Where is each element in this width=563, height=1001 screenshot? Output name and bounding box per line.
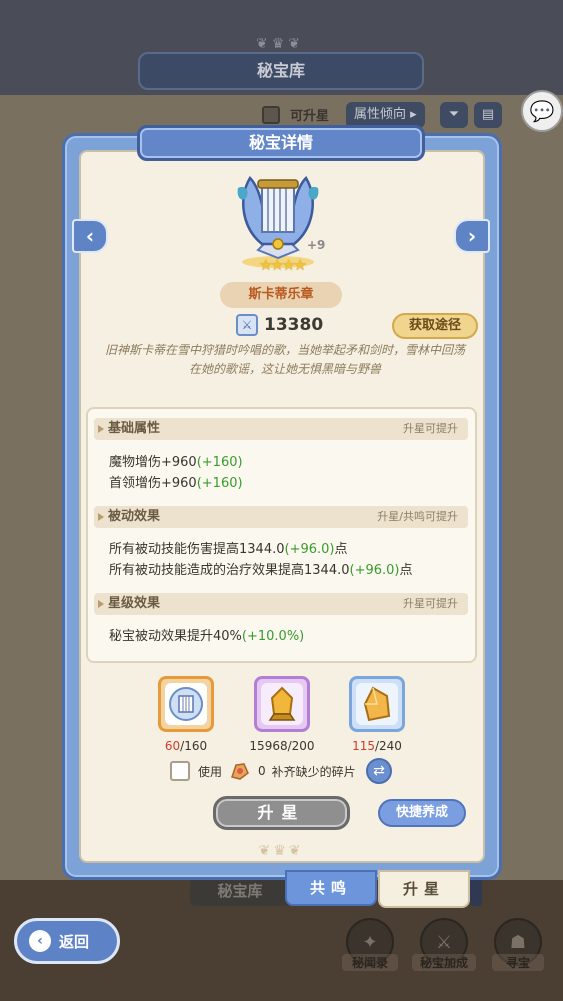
amber-crystal-icon (356, 683, 398, 725)
section-title: 基础属性 (97, 418, 160, 440)
material-have: 15968 (249, 739, 288, 753)
nav-label: 秘宝加成 (412, 954, 476, 971)
stat-bonus: (+96.0) (284, 542, 335, 557)
stat-line: 首领增伤+960(+160) (109, 472, 243, 491)
passive-effects-header: 被动效果 升星/共鸣可提升 (94, 506, 468, 528)
stat-text: 所有被动技能造成的治疗效果提高1344.0 (109, 563, 350, 578)
nav-label: 秘闻录 (342, 954, 398, 971)
library-tab[interactable]: 秘宝库 (190, 876, 290, 906)
sort-icon[interactable]: ▤ (474, 102, 502, 128)
stat-line: 所有被动技能伤害提高1344.0(+96.0)点 (109, 538, 348, 557)
artifact-name: 斯卡蒂乐章 (220, 282, 342, 308)
lyre-material-icon (165, 683, 207, 725)
stat-text: 首领增伤+960 (109, 476, 197, 491)
material-slot-amber-shard[interactable] (349, 676, 405, 732)
artifact-description: 旧神斯卡蒂在雪中狩猎时吟唱的歌，当她举起矛和剑时，雪林中回荡在她的歌谣，这让她无… (104, 343, 465, 376)
stat-line: 魔物增伤+960(+160) (109, 451, 243, 470)
material-count: 115/240 (332, 739, 422, 753)
obtain-source-button[interactable]: 获取途径 (392, 313, 478, 339)
nav-label: 寻宝 (492, 954, 544, 971)
stat-text: 秘宝被动效果提升40% (109, 629, 242, 644)
artifact-star-rating: ★★★★ (259, 256, 307, 274)
artifact-power: 13380 (264, 315, 324, 335)
section-note: 升星/共鸣可提升 (377, 510, 458, 523)
stat-bonus: (+10.0%) (241, 629, 305, 644)
shield-sword-icon: ⚔ (236, 314, 258, 336)
nav-item-artifact-bonus[interactable]: ⚔ 秘宝加成 (412, 918, 476, 971)
nav-item-secret-records[interactable]: ✦ 秘闻录 (342, 918, 398, 971)
swap-arrows-icon[interactable]: ⇄ (366, 758, 392, 784)
star-effects-header: 星级效果 升星可提升 (94, 593, 468, 615)
section-note: 升星可提升 (403, 597, 458, 610)
library-header-title: 秘宝库 (138, 52, 424, 90)
quick-develop-button[interactable]: 快捷养成 (378, 799, 466, 827)
material-need: /160 (180, 739, 208, 753)
nav-item-treasure-hunt[interactable]: ☗ 寻宝 (492, 918, 544, 971)
stat-bonus: (+160) (196, 455, 243, 470)
section-note: 升星可提升 (403, 422, 458, 435)
material-slot-artifact-copy[interactable] (158, 676, 214, 732)
use-label: 使用 (198, 764, 223, 779)
stat-line: 秘宝被动效果提升40%(+10.0%) (109, 625, 304, 644)
tab-resonate[interactable]: 共鸣 (285, 870, 377, 906)
stat-suffix: 点 (399, 563, 413, 578)
tab-upstar[interactable]: 升星 (378, 870, 470, 908)
material-count: 15968/200 (237, 739, 327, 753)
stat-line: 所有被动技能造成的治疗效果提高1344.0(+96.0)点 (109, 559, 413, 578)
modal-title: 秘宝详情 (137, 125, 425, 161)
section-title: 星级效果 (97, 593, 160, 615)
upgradeable-label: 可升星 (290, 109, 330, 124)
use-fragments-label: 补齐缺少的碎片 (271, 764, 356, 779)
material-count: 60/160 (141, 739, 231, 753)
use-fragments-checkbox[interactable] (170, 761, 190, 781)
material-have: 60 (164, 739, 181, 753)
modal-bottom-ornament-icon: ❦♛❦ (258, 843, 304, 859)
artifact-level-badge: +9 (307, 238, 326, 252)
power-row: ⚔ 13380 (236, 313, 323, 337)
previous-artifact-button[interactable]: ‹ (72, 219, 108, 253)
stat-text: 所有被动技能伤害提高1344.0 (109, 542, 285, 557)
upgradeable-checkbox[interactable] (262, 106, 280, 124)
stat-suffix: 点 (334, 542, 348, 557)
material-have: 115 (352, 739, 375, 753)
back-button[interactable]: ‹ 返回 (14, 918, 120, 964)
lyre-artifact-icon (237, 175, 319, 268)
stat-bonus: (+96.0) (349, 563, 400, 578)
material-need: /200 (287, 739, 315, 753)
next-artifact-button[interactable]: › (454, 219, 490, 253)
upgrade-star-button[interactable]: 升星 (213, 796, 350, 830)
filter-icon[interactable]: ⏷ (440, 102, 468, 128)
tab-strip-decoration (470, 878, 482, 906)
fragment-icon (231, 763, 249, 780)
stat-bonus: (+160) (196, 476, 243, 491)
section-title: 被动效果 (97, 506, 160, 528)
back-label: 返回 (59, 932, 90, 951)
material-need: /240 (374, 739, 402, 753)
basic-attributes-header: 基础属性 升星可提升 (94, 418, 468, 440)
attribute-filter-label: 属性倾向 (354, 107, 407, 122)
back-arrow-icon: ‹ (29, 930, 51, 952)
stat-text: 魔物增伤+960 (109, 455, 197, 470)
gold-crystal-icon (261, 683, 303, 725)
material-slot-gold-shard[interactable] (254, 676, 310, 732)
fragment-count: 0 (258, 764, 266, 778)
chat-bubble-icon[interactable]: 💬 (521, 90, 563, 132)
use-fragments-row: 使用 0 补齐缺少的碎片 (170, 760, 356, 782)
